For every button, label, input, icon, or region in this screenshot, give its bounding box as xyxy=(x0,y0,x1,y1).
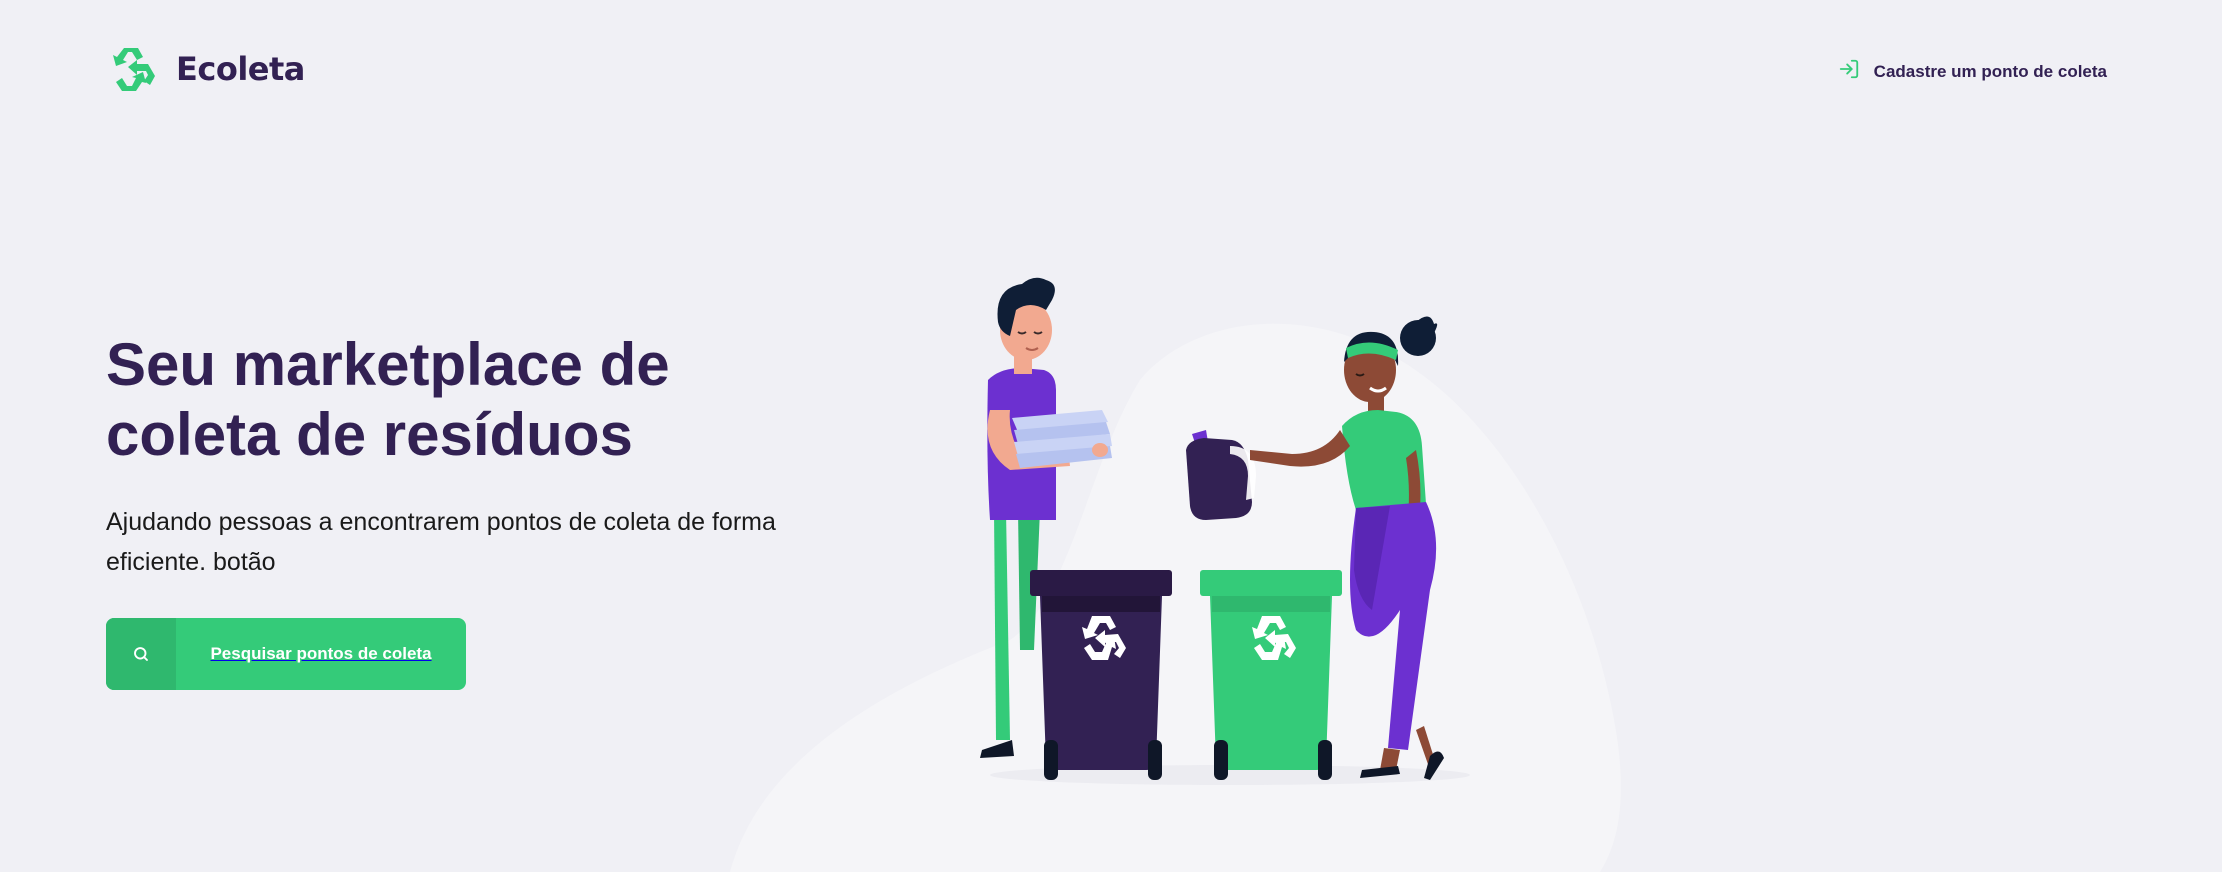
hero-description: Ajudando pessoas a encontrarem pontos de… xyxy=(106,508,776,576)
recycle-icon xyxy=(106,44,156,94)
people-recycling-illustration xyxy=(980,277,1470,785)
search-icon xyxy=(106,618,176,690)
search-button-label: Pesquisar pontos de coleta xyxy=(210,644,432,663)
hero-section: Seu marketplace de coleta de resíduos Aj… xyxy=(106,330,826,582)
log-in-icon xyxy=(1838,58,1860,85)
hero-title: Seu marketplace de coleta de resíduos xyxy=(106,331,670,468)
search-points-button[interactable]: Pesquisar pontos de coleta xyxy=(106,618,466,690)
register-point-link[interactable]: Cadastre um ponto de coleta xyxy=(1838,58,2107,85)
logo-text: Ecoleta xyxy=(176,50,305,88)
header: Ecoleta Cadastre um ponto de coleta xyxy=(106,44,2107,104)
logo[interactable]: Ecoleta xyxy=(106,44,305,94)
register-point-label: Cadastre um ponto de coleta xyxy=(1873,61,2107,81)
